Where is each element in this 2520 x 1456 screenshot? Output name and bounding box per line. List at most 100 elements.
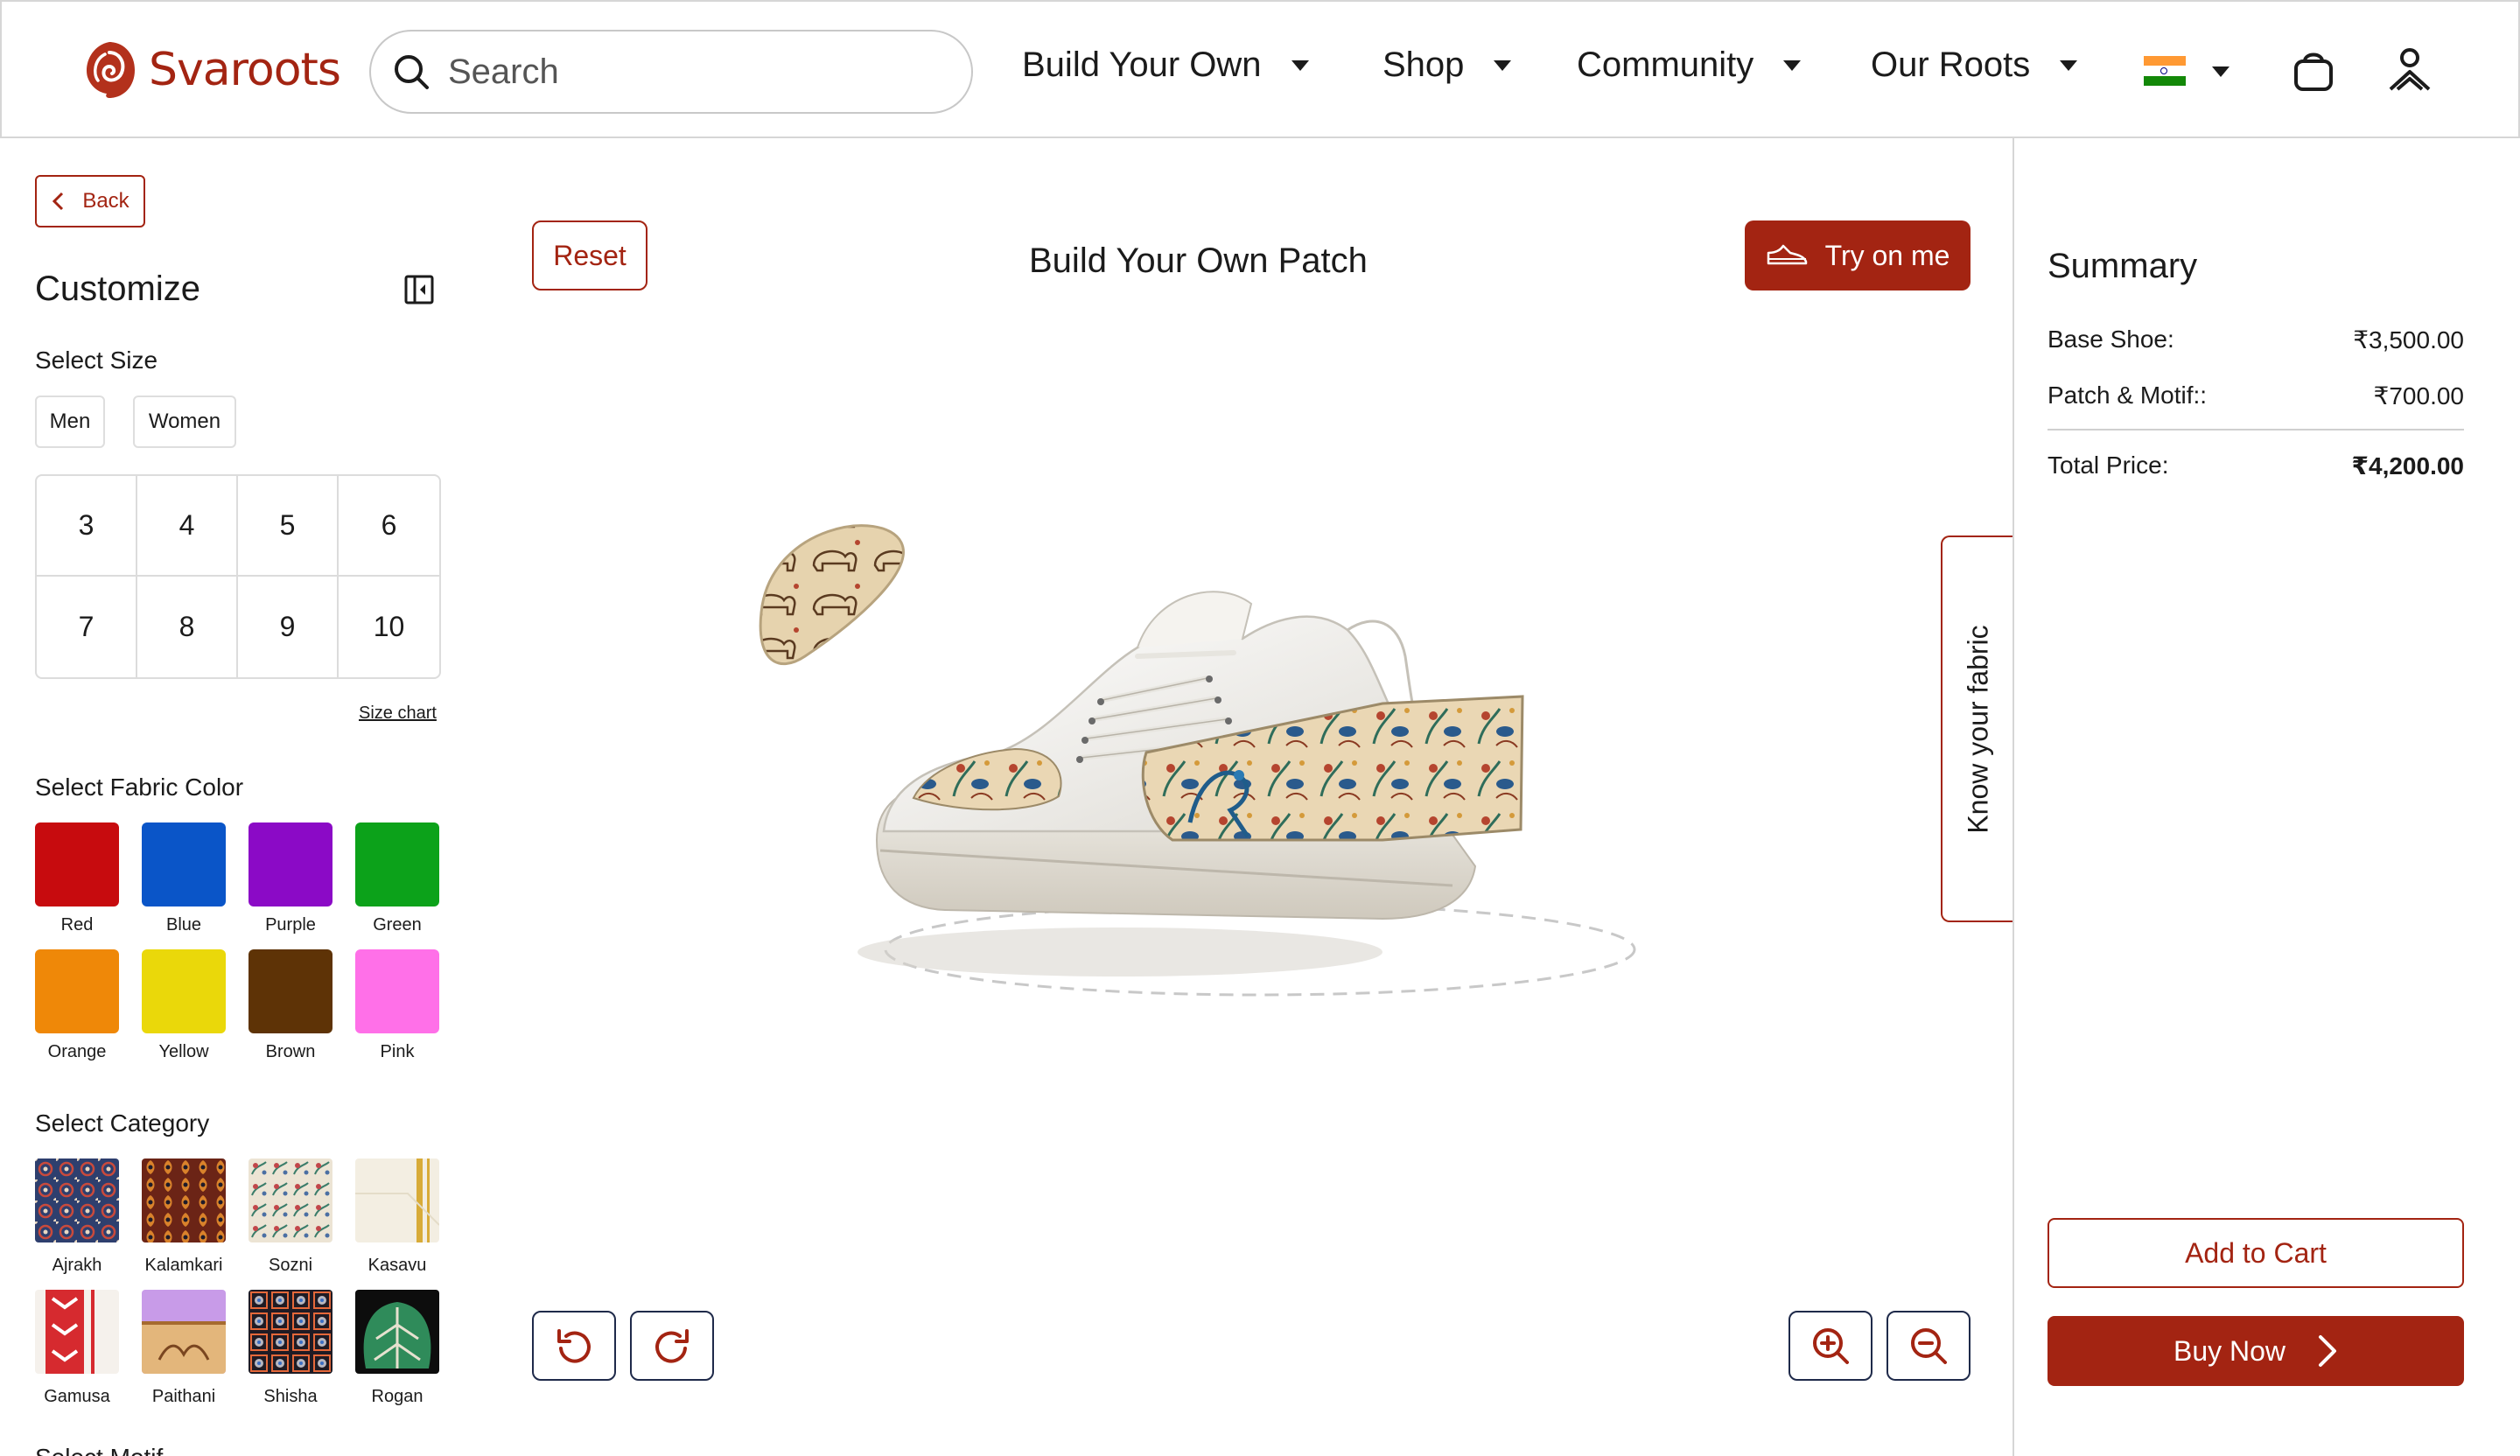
shopping-bag-icon[interactable] [2289, 46, 2338, 94]
size-option[interactable]: 10 [339, 577, 439, 677]
size-chart-link[interactable]: Size chart [359, 704, 437, 724]
ajrakh-fabric-thumbnail [35, 1158, 119, 1242]
color-swatch-green[interactable]: Green [355, 822, 439, 935]
category-label-text: Rogan [371, 1387, 424, 1406]
summary-row-value: ₹700.00 [2373, 382, 2464, 410]
fabric-color-grid: Red Blue Purple Green Orange Yellow Brow… [35, 822, 439, 1062]
category-label-text: Ajrakh [52, 1256, 102, 1275]
summary-title: Summary [2048, 247, 2198, 285]
color-chip [35, 949, 119, 1033]
category-gamusa[interactable]: Gamusa [35, 1290, 119, 1407]
category-sozni[interactable]: Sozni [248, 1158, 332, 1276]
reset-button[interactable]: Reset [532, 220, 648, 290]
color-chip [35, 822, 119, 906]
category-kalamkari[interactable]: Kalamkari [142, 1158, 226, 1276]
chevron-down-icon [1494, 60, 1512, 71]
buy-now-button[interactable]: Buy Now [2048, 1316, 2464, 1386]
category-label: Select Category [35, 1110, 210, 1137]
chevron-down-icon [2060, 60, 2078, 71]
nav-label: Our Roots [1871, 46, 2031, 84]
rotate-right-icon [655, 1329, 689, 1363]
size-option[interactable]: 9 [238, 577, 339, 677]
size-option[interactable]: 7 [37, 577, 137, 677]
summary-divider [2012, 138, 2014, 1456]
brand-logo[interactable]: Svaroots [80, 38, 341, 102]
chevron-down-icon[interactable] [2212, 66, 2230, 77]
color-swatch-brown[interactable]: Brown [248, 949, 332, 1062]
color-swatch-pink[interactable]: Pink [355, 949, 439, 1062]
shisha-fabric-thumbnail [248, 1290, 332, 1374]
rotate-right-button[interactable] [630, 1311, 714, 1381]
know-your-fabric-tab[interactable]: Know your fabric [1941, 536, 2014, 922]
shoe-3d-viewer[interactable] [682, 490, 1820, 1050]
color-chip [355, 822, 439, 906]
category-label-text: Paithani [151, 1387, 216, 1406]
color-label: Green [373, 915, 422, 934]
size-option[interactable]: 6 [339, 476, 439, 577]
category-ajrakh[interactable]: Ajrakh [35, 1158, 119, 1276]
color-label: Yellow [158, 1042, 209, 1061]
color-label: Pink [380, 1042, 415, 1061]
category-label-text: Kalamkari [144, 1256, 223, 1275]
gender-men-button[interactable]: Men [35, 396, 105, 448]
nav-community[interactable]: Community [1577, 46, 1802, 85]
svaroots-logo-icon [87, 42, 135, 98]
add-to-cart-button[interactable]: Add to Cart [2048, 1218, 2464, 1288]
summary-row-value: ₹3,500.00 [2353, 326, 2464, 354]
category-label-text: Gamusa [44, 1387, 110, 1406]
back-button[interactable]: Back [35, 175, 145, 228]
size-option[interactable]: 8 [137, 577, 238, 677]
size-option[interactable]: 4 [137, 476, 238, 577]
user-icon[interactable] [2385, 46, 2434, 94]
zoom-out-button[interactable] [1886, 1311, 1970, 1381]
color-swatch-orange[interactable]: Orange [35, 949, 119, 1062]
color-label: Purple [265, 915, 316, 934]
size-option[interactable]: 5 [238, 476, 339, 577]
search-input[interactable] [448, 52, 938, 92]
customize-title: Customize [35, 270, 200, 308]
fabric-category-grid: Ajrakh Kalamkari Sozni Kasavu Gamusa Pai… [35, 1158, 440, 1407]
nav-label: Community [1577, 46, 1754, 84]
color-chip [248, 949, 332, 1033]
size-option[interactable]: 3 [37, 476, 137, 577]
color-swatch-red[interactable]: Red [35, 822, 119, 935]
summary-row-label: Base Shoe: [2048, 326, 2174, 353]
zoom-out-icon [1911, 1328, 1947, 1364]
category-shisha[interactable]: Shisha [248, 1290, 332, 1407]
paithani-fabric-thumbnail [142, 1290, 226, 1374]
india-flag-icon[interactable] [2144, 56, 2186, 86]
zoom-in-button[interactable] [1788, 1311, 1872, 1381]
color-swatch-purple[interactable]: Purple [248, 822, 332, 935]
know-your-fabric-label: Know your fabric [1962, 624, 1994, 834]
top-navbar: Svaroots Build Your Own Shop Community O… [0, 0, 2520, 138]
sozni-fabric-thumbnail [248, 1158, 332, 1242]
rotate-left-icon [557, 1329, 591, 1363]
nav-label: Shop [1382, 46, 1465, 84]
category-label-text: Shisha [263, 1387, 318, 1406]
summary-total-row: Total Price: ₹4,200.00 [2048, 452, 2464, 480]
rogan-fabric-thumbnail [355, 1290, 439, 1374]
color-swatch-blue[interactable]: Blue [142, 822, 226, 935]
buy-now-label: Buy Now [2173, 1334, 2286, 1367]
category-label-text: Kasavu [368, 1256, 427, 1275]
try-on-button[interactable]: Try on me [1745, 220, 1970, 290]
zoom-in-icon [1813, 1328, 1849, 1364]
summary-row-base-shoe: Base Shoe: ₹3,500.00 [2048, 326, 2464, 354]
nav-build-your-own[interactable]: Build Your Own [1022, 46, 1309, 85]
size-grid: 3 4 5 6 7 8 9 10 [35, 474, 441, 679]
search-bar[interactable] [369, 30, 973, 114]
category-rogan[interactable]: Rogan [355, 1290, 439, 1407]
select-motif-label: Select Motif [35, 1444, 163, 1456]
chevron-down-icon [1291, 60, 1309, 71]
nav-shop[interactable]: Shop [1382, 46, 1512, 85]
category-kasavu[interactable]: Kasavu [355, 1158, 440, 1276]
gender-women-button[interactable]: Women [133, 396, 236, 448]
color-swatch-yellow[interactable]: Yellow [142, 949, 226, 1062]
rotate-left-button[interactable] [532, 1311, 616, 1381]
total-price-label: Total Price: [2048, 452, 2169, 479]
nav-our-roots[interactable]: Our Roots [1871, 46, 2078, 85]
kalamkari-fabric-thumbnail [142, 1158, 226, 1242]
category-paithani[interactable]: Paithani [142, 1290, 226, 1407]
total-price-value: ₹4,200.00 [2351, 452, 2464, 480]
collapse-panel-icon[interactable] [404, 275, 434, 304]
